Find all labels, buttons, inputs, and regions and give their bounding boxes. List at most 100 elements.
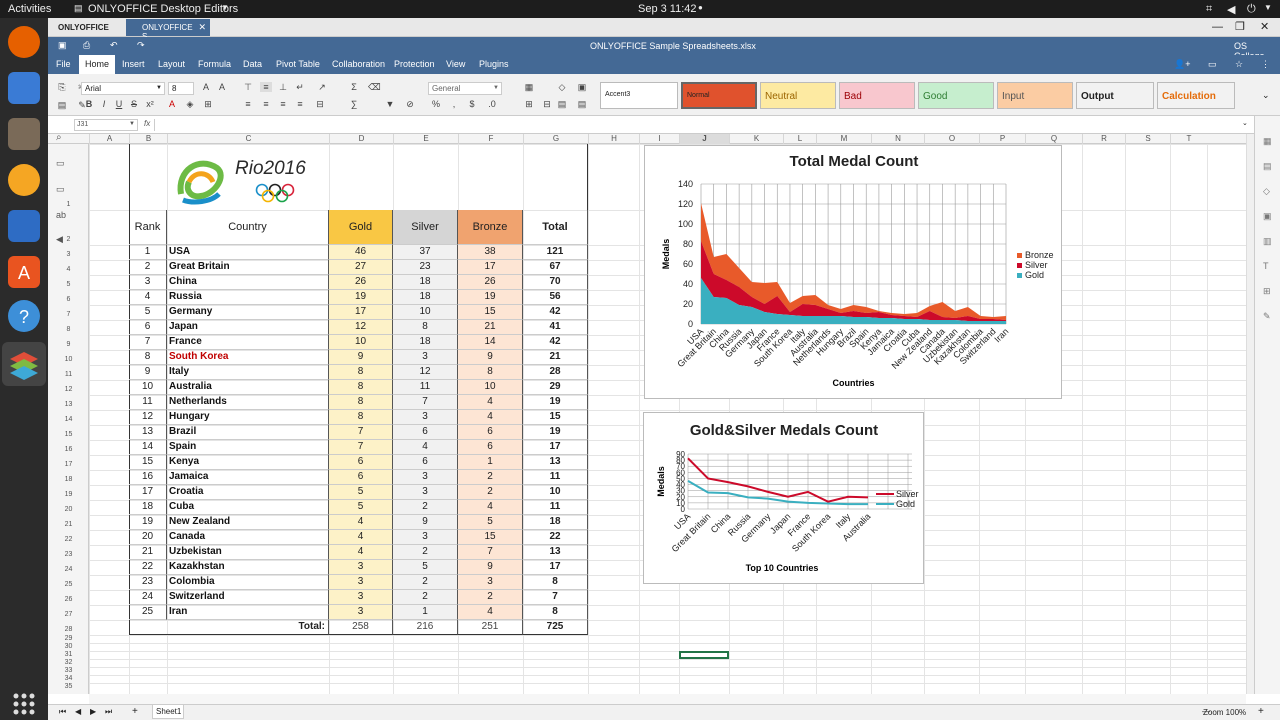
silver-cell[interactable]: 37 [393,245,458,260]
app-menu[interactable]: ONLYOFFICE Desktop Editors [88,3,238,15]
prev-sheet-icon[interactable]: ◀ [75,707,81,716]
menu-collaboration[interactable]: Collaboration [332,59,385,69]
borders-icon[interactable]: ⊞ [202,99,214,109]
total-cell[interactable]: 7 [523,590,588,605]
row-header-26[interactable]: 26 [48,590,89,605]
rank-cell[interactable]: 7 [129,335,167,350]
row-header-8[interactable]: 8 [48,320,89,335]
country-cell[interactable]: France [167,335,329,350]
country-cell[interactable]: Great Britain [167,260,329,275]
bronze-cell[interactable]: 3 [458,575,523,590]
gold-cell[interactable]: 8 [329,410,393,425]
total-cell[interactable]: 13 [523,545,588,560]
style-neutral[interactable]: Neutral [760,82,836,109]
chart-settings-icon[interactable]: ▥ [1263,236,1272,247]
style-input[interactable]: Input [997,82,1073,109]
silver-cell[interactable]: 8 [393,320,458,335]
pivot-settings-icon[interactable]: ⊞ [1263,286,1271,297]
style-accent3[interactable]: Accent3 [600,82,678,109]
favorite-icon[interactable]: ☆ [1235,59,1243,70]
text-orientation-icon[interactable]: ↗ [316,82,328,92]
rhythmbox-icon[interactable] [8,164,40,196]
last-sheet-icon[interactable]: ⏭ [105,707,112,717]
silver-cell[interactable]: 3 [393,410,458,425]
print-icon[interactable]: ⎙ [83,40,90,51]
gold-cell[interactable]: 3 [329,590,393,605]
cell-style-icon[interactable]: ▣ [576,82,588,92]
rank-cell[interactable]: 9 [129,365,167,380]
bronze-cell[interactable]: 8 [458,365,523,380]
total-bronze[interactable]: 251 [458,620,523,635]
show-apps-icon[interactable] [8,688,40,720]
country-cell[interactable]: Italy [167,365,329,380]
align-center-icon[interactable]: ≡ [260,99,272,109]
merge-cells-icon[interactable]: ⊟ [314,99,326,109]
total-cell[interactable]: 29 [523,380,588,395]
country-cell[interactable]: Colombia [167,575,329,590]
named-ranges-icon[interactable]: ∑ [348,99,360,109]
bronze-cell[interactable]: 9 [458,350,523,365]
rank-cell[interactable]: 22 [129,560,167,575]
row-header-27[interactable]: 27 [48,605,89,620]
total-cell[interactable]: 13 [523,455,588,470]
wrap-text-icon[interactable]: ↵ [294,82,306,92]
menu-layout[interactable]: Layout [158,59,185,69]
total-cell[interactable]: 28 [523,365,588,380]
column-header-c[interactable]: C [167,134,329,144]
rank-cell[interactable]: 12 [129,410,167,425]
gold-cell[interactable]: 4 [329,515,393,530]
silver-cell[interactable]: 3 [393,470,458,485]
table-settings-icon[interactable]: ▤ [1263,161,1272,172]
column-header-h[interactable]: H [588,134,639,144]
row-header-14[interactable]: 14 [48,410,89,425]
bronze-cell[interactable]: 4 [458,605,523,620]
spellcheck-icon[interactable]: ab [56,210,66,220]
save-icon[interactable]: ▣ [58,40,67,51]
power-icon[interactable]: ⏻ [1247,3,1256,16]
row-header-25[interactable]: 25 [48,575,89,590]
total-cell[interactable]: 67 [523,260,588,275]
total-cell[interactable]: 121 [523,245,588,260]
country-cell[interactable]: Hungary [167,410,329,425]
signature-icon[interactable]: ✎ [1263,311,1271,322]
row-header-31[interactable]: 31 [48,651,89,659]
menu-file[interactable]: File [56,59,71,69]
row-header-34[interactable]: 34 [48,675,89,683]
name-box[interactable]: J31 ▼ [74,119,138,131]
volume-icon[interactable]: ◀ [1227,3,1235,16]
bronze-cell[interactable]: 6 [458,425,523,440]
rank-cell[interactable]: 2 [129,260,167,275]
formula-expand-icon[interactable]: ⌄ [1242,119,1248,127]
undo-icon[interactable]: ↶ [110,40,118,51]
total-cell[interactable]: 42 [523,305,588,320]
font-color-icon[interactable]: A [166,99,178,109]
row-header-9[interactable]: 9 [48,335,89,350]
bronze-cell[interactable]: 6 [458,440,523,455]
firefox-icon[interactable] [8,26,40,58]
total-gold[interactable]: 258 [329,620,393,635]
row-header-18[interactable]: 18 [48,470,89,485]
column-header-m[interactable]: M [816,134,871,144]
country-cell[interactable]: Russia [167,290,329,305]
cell-settings-icon[interactable]: ▦ [1263,136,1272,147]
menu-pivot-table[interactable]: Pivot Table [276,59,320,69]
header-country[interactable]: Country [167,210,329,245]
country-cell[interactable]: Australia [167,380,329,395]
row-header-23[interactable]: 23 [48,545,89,560]
network-icon[interactable]: ⌗ [1206,3,1212,16]
row-header-7[interactable]: 7 [48,305,89,320]
rank-cell[interactable]: 16 [129,470,167,485]
silver-cell[interactable]: 2 [393,575,458,590]
gold-cell[interactable]: 5 [329,500,393,515]
bronze-cell[interactable]: 4 [458,410,523,425]
column-header-s[interactable]: S [1125,134,1170,144]
chat-icon[interactable]: ▭ [56,184,65,195]
gold-cell[interactable]: 46 [329,245,393,260]
silver-cell[interactable]: 4 [393,440,458,455]
total-cell[interactable]: 17 [523,560,588,575]
decrease-font-icon[interactable]: A [216,82,228,92]
total-silver[interactable]: 216 [393,620,458,635]
bronze-cell[interactable]: 26 [458,275,523,290]
silver-cell[interactable]: 3 [393,350,458,365]
silver-cell[interactable]: 1 [393,605,458,620]
